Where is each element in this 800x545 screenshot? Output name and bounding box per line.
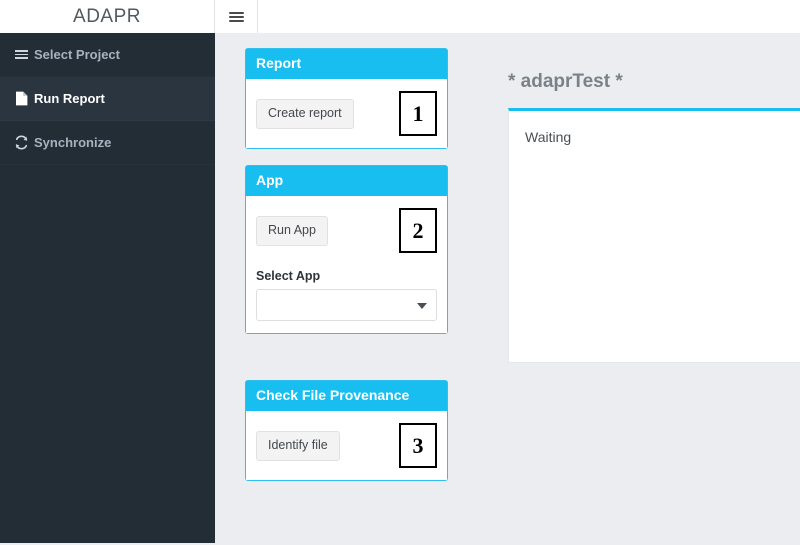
callout-marker-3: 3 xyxy=(399,423,437,469)
identify-file-button[interactable]: Identify file xyxy=(256,431,340,461)
output-status-text: Waiting xyxy=(525,129,572,145)
action-panel-column: Report Create report 1 App Run App 2 Sel… xyxy=(215,33,490,545)
run-app-button[interactable]: Run App xyxy=(256,216,328,246)
hamburger-icon xyxy=(228,10,244,24)
sidebar: Select Project Run Report Synchronize xyxy=(0,33,215,543)
output-column: * adaprTest * Waiting xyxy=(490,33,800,545)
sidebar-item-synchronize[interactable]: Synchronize xyxy=(0,121,215,165)
create-report-button[interactable]: Create report xyxy=(256,99,354,129)
panel-provenance-row: Identify file 3 xyxy=(256,423,437,469)
sidebar-item-run-report[interactable]: Run Report xyxy=(0,77,215,121)
panel-check-file-provenance: Check File Provenance Identify file 3 xyxy=(245,380,448,482)
file-document-icon xyxy=(8,91,34,106)
callout-marker-1: 1 xyxy=(399,91,437,137)
hamburger-icon xyxy=(8,48,34,62)
panel-report-row: Create report 1 xyxy=(256,91,437,137)
top-navbar: ADAPR xyxy=(0,0,800,33)
select-app-label: Select App xyxy=(256,269,321,284)
sidebar-toggle-button[interactable] xyxy=(215,0,258,33)
panel-report-body: Create report 1 xyxy=(246,79,447,149)
sidebar-item-label: Synchronize xyxy=(34,135,112,150)
panel-report: Report Create report 1 xyxy=(245,48,448,150)
callout-marker-2: 2 xyxy=(399,208,437,254)
output-console-panel: Waiting xyxy=(508,108,800,363)
panel-app-row: Run App 2 xyxy=(256,208,437,254)
app-window: ADAPR Select Project Run Report Synchron… xyxy=(0,0,800,545)
panel-report-title: Report xyxy=(246,49,447,80)
chevron-down-icon xyxy=(417,303,427,310)
panel-provenance-title: Check File Provenance xyxy=(246,381,447,412)
panel-app-body: Run App 2 Select App xyxy=(246,196,447,334)
topbar-empty-space xyxy=(258,0,800,33)
sidebar-item-select-project[interactable]: Select Project xyxy=(0,33,215,77)
select-app-dropdown[interactable] xyxy=(256,289,437,322)
panel-app-title: App xyxy=(246,166,447,197)
output-project-title: * adaprTest * xyxy=(508,71,623,92)
app-brand-title: ADAPR xyxy=(0,0,215,33)
sidebar-item-label: Run Report xyxy=(34,91,105,106)
panel-app: App Run App 2 Select App xyxy=(245,165,448,335)
select-app-value xyxy=(266,290,408,322)
refresh-sync-icon xyxy=(8,135,34,150)
sidebar-item-label: Select Project xyxy=(34,47,120,62)
panel-provenance-body: Identify file 3 xyxy=(246,411,447,481)
